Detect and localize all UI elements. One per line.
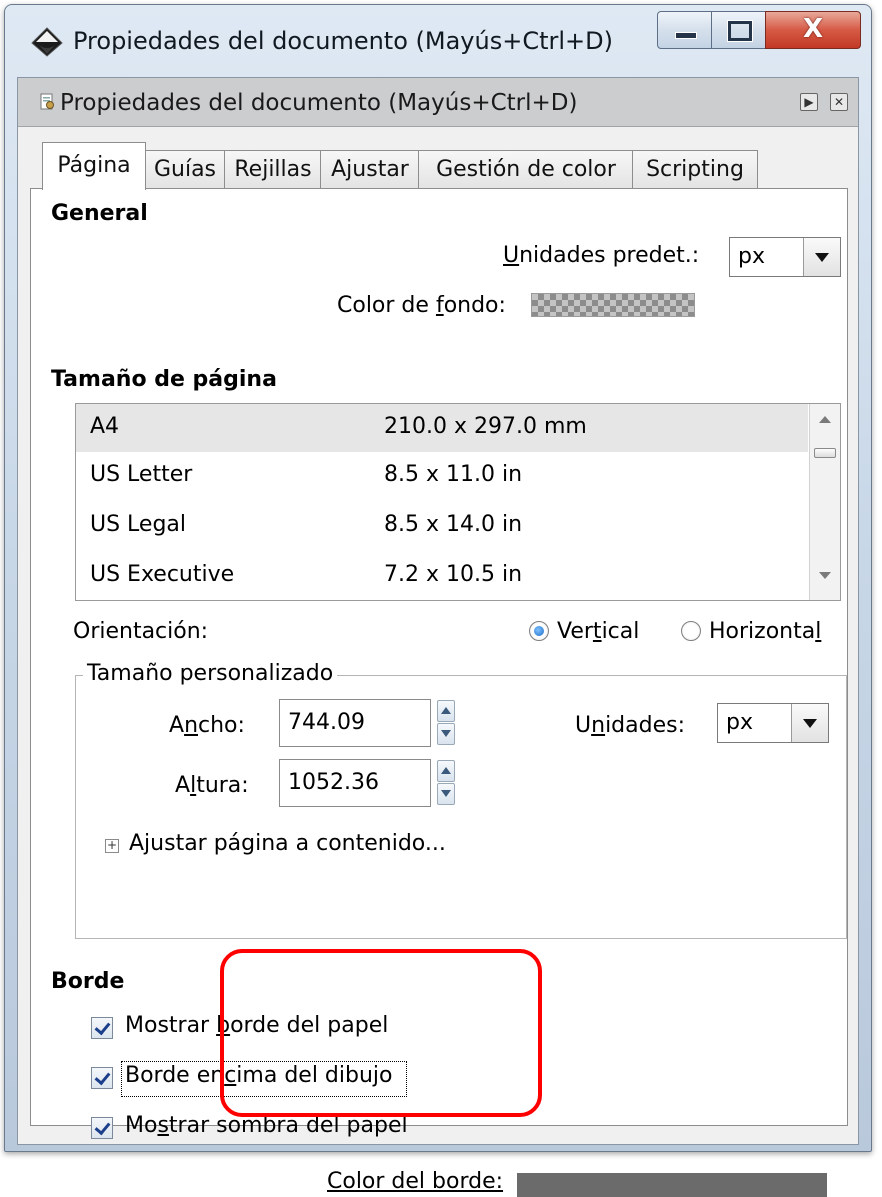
- tab-pagina[interactable]: Página: [42, 142, 146, 190]
- page-size-scrollbar[interactable]: [809, 404, 840, 600]
- width-input[interactable]: 744.09: [279, 699, 431, 747]
- height-stepper[interactable]: [437, 759, 455, 805]
- minimize-button[interactable]: [657, 11, 713, 49]
- dock-close-button[interactable]: ✕: [830, 93, 848, 111]
- custom-units-dropdown[interactable]: px: [717, 703, 829, 743]
- window-title: Propiedades del documento (Mayús+Ctrl+D): [73, 27, 613, 55]
- height-label: Altura:: [175, 773, 249, 798]
- decrement-icon[interactable]: [437, 723, 455, 745]
- background-color-swatch[interactable]: [531, 293, 695, 317]
- close-window-button[interactable]: X: [765, 11, 861, 49]
- decrement-icon[interactable]: [437, 783, 455, 805]
- dock-float-button[interactable]: ▶: [800, 93, 818, 111]
- tab-gestion-de-color[interactable]: Gestión de color: [418, 150, 634, 189]
- dock-title: Propiedades del documento (Mayús+Ctrl+D): [60, 90, 578, 116]
- vertical-label[interactable]: Vertical: [557, 619, 639, 644]
- vertical-radio[interactable]: [529, 621, 549, 641]
- red-highlight-annotation: [220, 949, 542, 1117]
- page-size-heading: Tamaño de página: [51, 367, 277, 392]
- scroll-down-icon[interactable]: [810, 560, 840, 590]
- maximize-icon: [728, 21, 752, 41]
- default-units-label: Unidades predet.:: [503, 243, 700, 268]
- custom-size-legend: Tamaño personalizado: [83, 661, 338, 686]
- chevron-down-icon: [803, 238, 840, 276]
- border-on-top-checkbox[interactable]: [91, 1067, 113, 1089]
- page-size-list[interactable]: A4 210.0 x 297.0 mm US Letter 8.5 x 11.0…: [75, 403, 841, 601]
- border-color-label: Color del borde:: [327, 1169, 504, 1194]
- expand-icon[interactable]: +: [105, 839, 119, 853]
- list-item[interactable]: A4 210.0 x 297.0 mm: [76, 404, 808, 452]
- tab-rejillas[interactable]: Rejillas: [224, 150, 322, 189]
- background-color-label: Color de fondo:: [337, 293, 506, 318]
- increment-icon[interactable]: [437, 760, 455, 782]
- custom-units-label: Unidades:: [575, 713, 685, 738]
- tab-scripting[interactable]: Scripting: [632, 150, 758, 189]
- orientation-label: Orientación:: [73, 619, 209, 644]
- height-input[interactable]: 1052.36: [279, 759, 431, 807]
- horizontal-radio[interactable]: [681, 621, 701, 641]
- width-stepper[interactable]: [437, 699, 455, 745]
- general-heading: General: [51, 201, 148, 226]
- show-page-shadow-checkbox[interactable]: [91, 1117, 113, 1139]
- border-color-swatch[interactable]: [517, 1173, 827, 1197]
- scroll-thumb[interactable]: [814, 448, 836, 458]
- dock-header: Propiedades del documento (Mayús+Ctrl+D)…: [18, 78, 858, 127]
- fit-page-to-content-expander[interactable]: Ajustar página a contenido...: [129, 831, 446, 856]
- close-icon: X: [802, 14, 824, 44]
- width-label: Ancho:: [169, 713, 245, 738]
- title-bar[interactable]: Propiedades del documento (Mayús+Ctrl+D)…: [5, 5, 871, 79]
- tab-guias[interactable]: Guías: [144, 150, 226, 189]
- custom-units-value: px: [726, 710, 753, 735]
- chevron-down-icon: [791, 704, 828, 742]
- document-properties-icon: [40, 93, 54, 110]
- list-item[interactable]: US Letter 8.5 x 11.0 in: [76, 452, 808, 500]
- tab-ajustar[interactable]: Ajustar: [320, 150, 420, 189]
- increment-icon[interactable]: [437, 700, 455, 722]
- border-heading: Borde: [51, 969, 125, 994]
- inkscape-logo-icon: [31, 27, 63, 57]
- default-units-value: px: [738, 244, 765, 269]
- default-units-dropdown[interactable]: px: [729, 237, 841, 277]
- list-item[interactable]: US Executive 7.2 x 10.5 in: [76, 552, 808, 600]
- scroll-up-icon[interactable]: [810, 404, 840, 434]
- minimize-icon: [675, 32, 697, 39]
- show-page-border-checkbox[interactable]: [91, 1017, 113, 1039]
- maximize-button[interactable]: [711, 11, 767, 49]
- horizontal-label[interactable]: Horizontal: [709, 619, 821, 644]
- list-item[interactable]: US Legal 8.5 x 14.0 in: [76, 502, 808, 550]
